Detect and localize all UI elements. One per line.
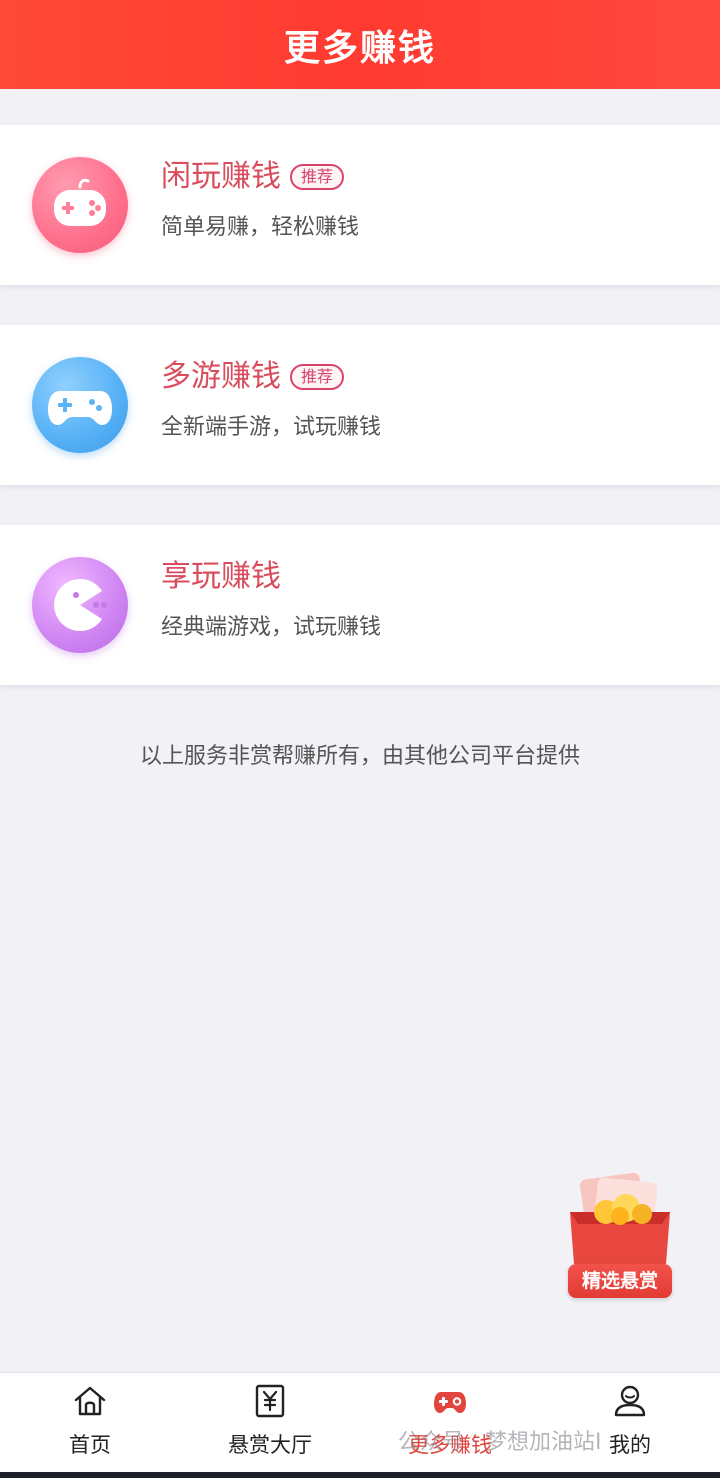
page-title: 更多赚钱	[283, 27, 436, 69]
card-xianwan[interactable]: 闲玩赚钱 推荐 简单易赚，轻松赚钱	[0, 125, 720, 285]
recommend-badge: 推荐	[290, 164, 345, 190]
tab-mine[interactable]: 我的	[540, 1373, 720, 1471]
card-title: 多游赚钱	[161, 359, 281, 394]
card-subtitle: 经典端游戏，试玩赚钱	[161, 615, 382, 640]
user-icon	[614, 1385, 646, 1417]
tab-label: 首页	[69, 1433, 111, 1457]
screen: 更多赚钱 闲玩赚钱 推荐 简单易赚，轻松赚钱 多游赚钱 推荐 全新端手游，试玩赚…	[0, 0, 720, 1478]
pacman-icon	[32, 557, 128, 653]
card-xiangwan[interactable]: 享玩赚钱 经典端游戏，试玩赚钱	[0, 525, 720, 685]
card-duoyou[interactable]: 多游赚钱 推荐 全新端手游，试玩赚钱	[0, 325, 720, 485]
bottom-tab-bar: 首页 悬赏大厅 更多赚钱 我的	[0, 1372, 720, 1478]
tab-home[interactable]: 首页	[0, 1373, 180, 1471]
recommend-badge: 推荐	[290, 364, 345, 390]
system-nav-strip	[0, 1472, 720, 1478]
tab-reward-hall[interactable]: 悬赏大厅	[180, 1373, 360, 1471]
tab-more-earn[interactable]: 更多赚钱	[360, 1373, 540, 1471]
tab-label: 悬赏大厅	[228, 1433, 312, 1457]
featured-reward-label: 精选悬赏	[568, 1264, 672, 1298]
featured-reward-button[interactable]: 精选悬赏	[562, 1172, 678, 1302]
card-title: 闲玩赚钱	[161, 159, 281, 194]
card-title: 享玩赚钱	[161, 559, 281, 594]
header-bar: 更多赚钱	[0, 0, 720, 89]
home-icon	[74, 1386, 106, 1416]
gamepad-round-icon	[32, 157, 128, 253]
red-envelope-gold-icon	[570, 1172, 670, 1264]
gamepad-icon	[32, 357, 128, 453]
card-subtitle: 简单易赚，轻松赚钱	[161, 215, 360, 240]
yuan-doc-icon	[255, 1384, 285, 1418]
disclaimer-text: 以上服务非赏帮赚所有，由其他公司平台提供	[139, 744, 580, 769]
card-subtitle: 全新端手游，试玩赚钱	[161, 415, 382, 440]
gamepad-active-icon	[434, 1392, 466, 1413]
watermark-text: 公众号 · 梦想加油站I	[398, 1430, 602, 1455]
